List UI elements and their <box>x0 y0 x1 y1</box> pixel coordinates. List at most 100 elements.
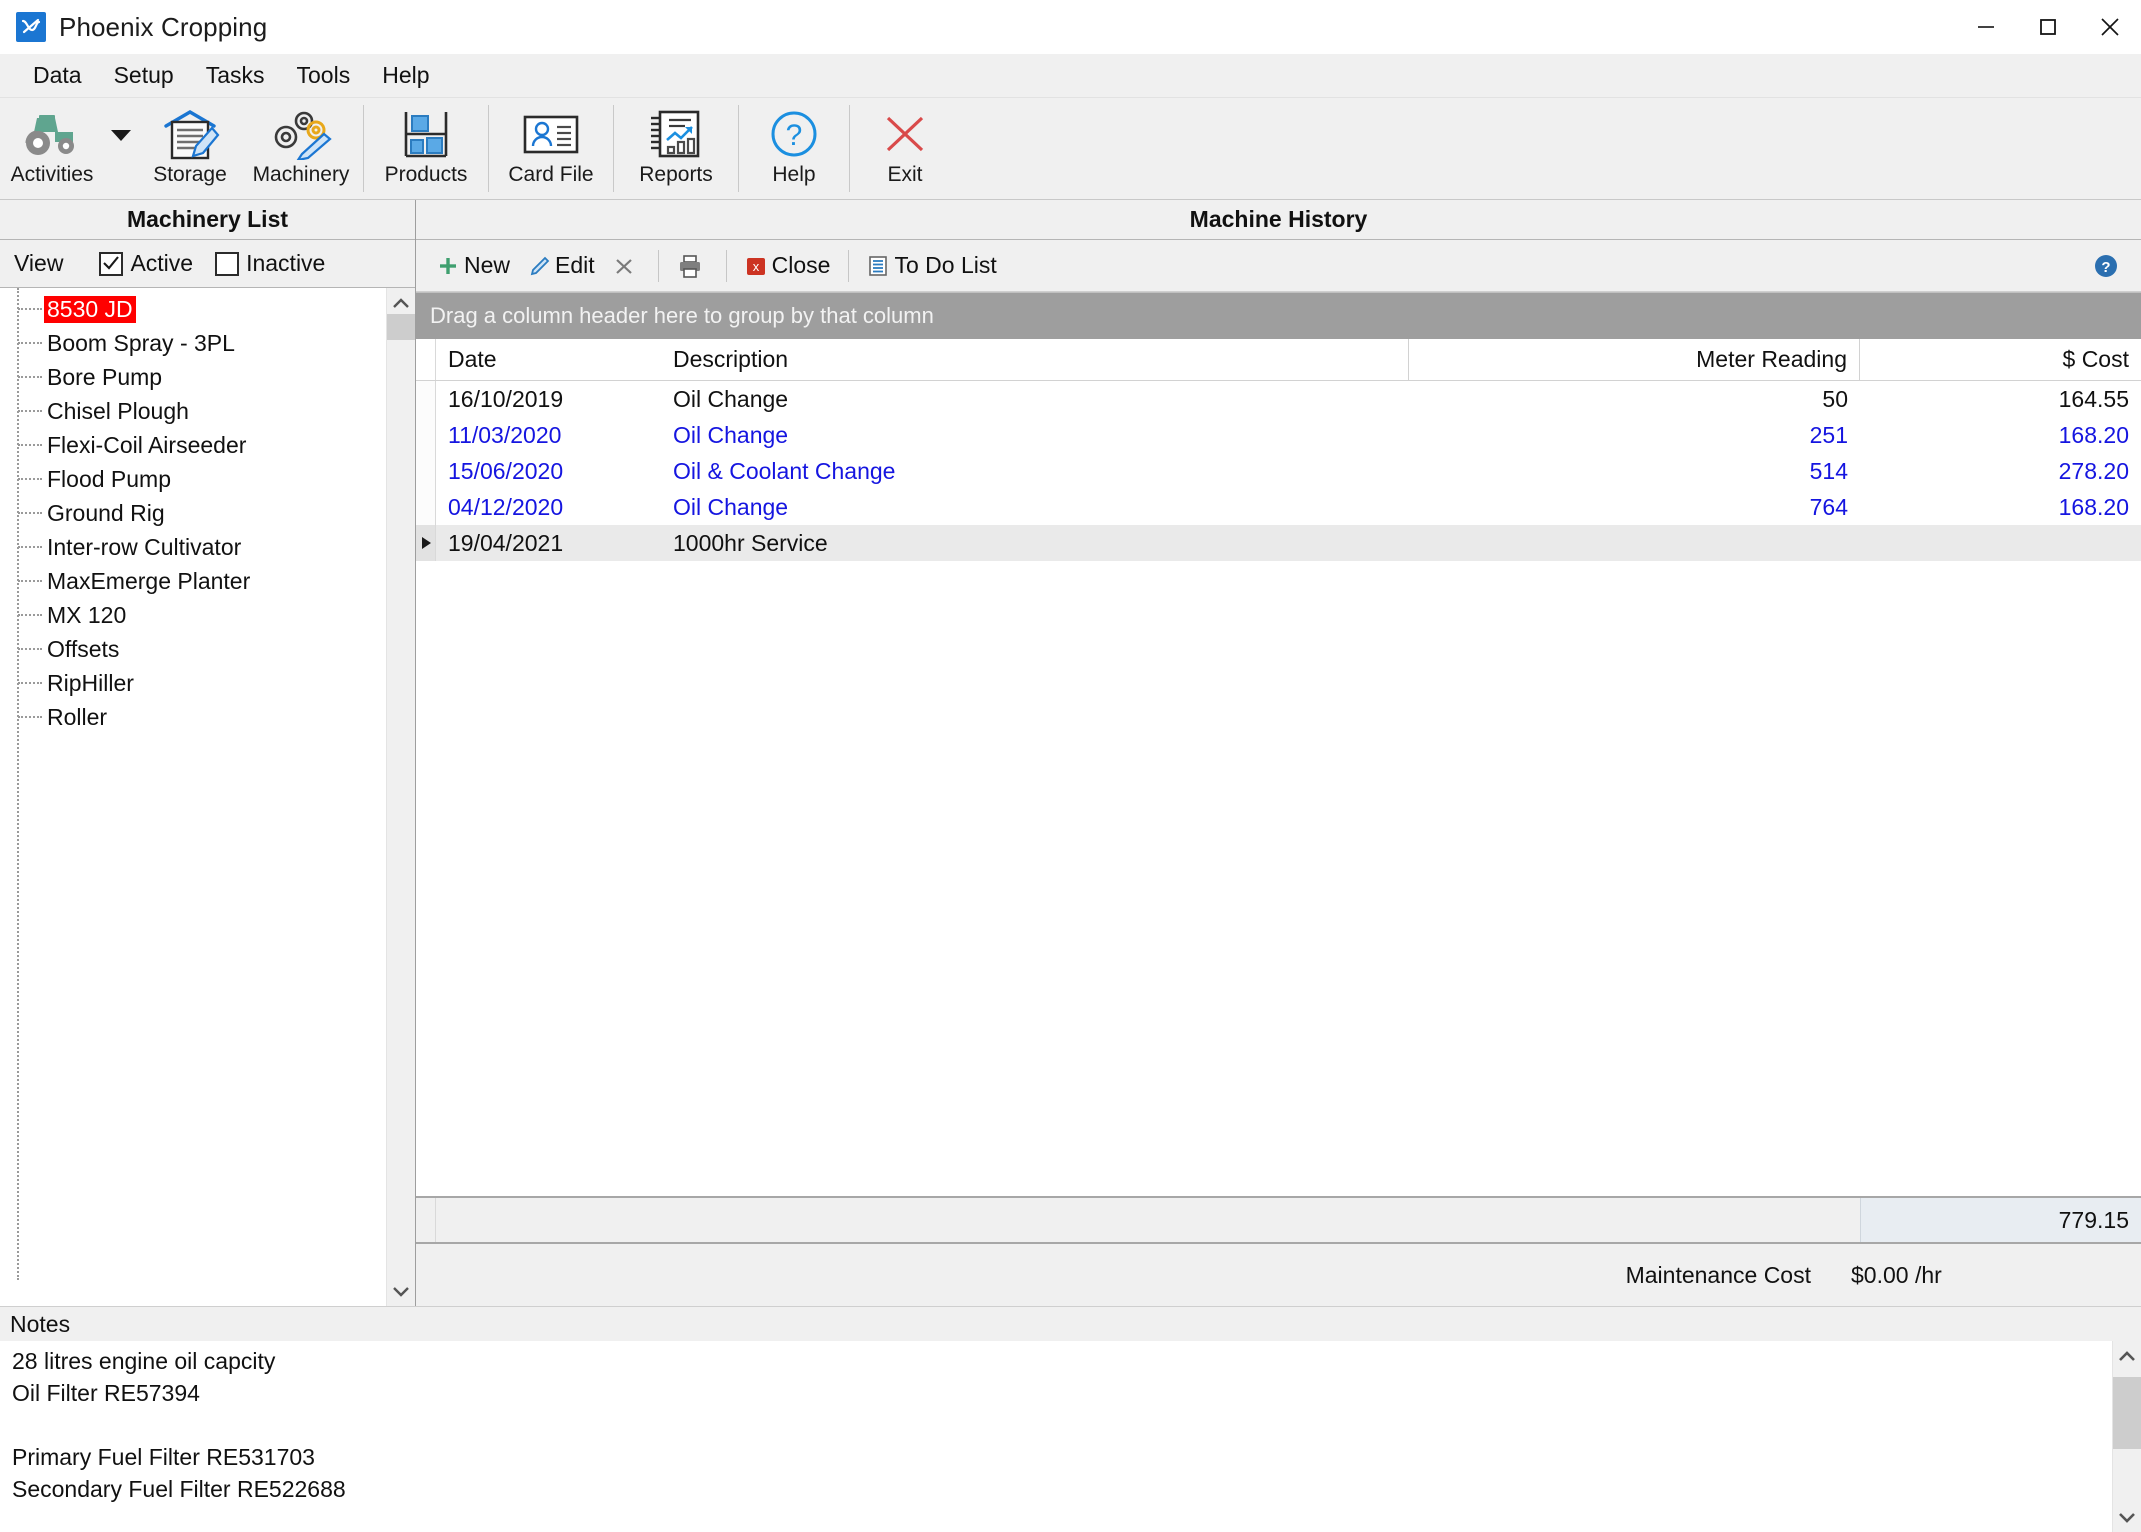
activities-dropdown-chevron-down-icon[interactable] <box>104 98 138 199</box>
tree-connector-icon <box>18 648 42 650</box>
tree-item-1[interactable]: Boom Spray - 3PL <box>0 326 386 360</box>
report-chart-icon <box>647 106 705 162</box>
group-by-panel[interactable]: Drag a column header here to group by th… <box>416 293 2141 339</box>
cell-date: 11/03/2020 <box>448 421 562 448</box>
scroll-down-chevron-icon[interactable] <box>2118 1506 2136 1528</box>
table-row[interactable]: 11/03/2020 Oil Change 251 168.20 <box>416 417 2141 453</box>
red-x-icon <box>879 106 931 162</box>
tree-item-11[interactable]: RipHiller <box>0 666 386 700</box>
ribbon-group-activities: Activities <box>0 98 138 199</box>
tree-item-12[interactable]: Roller <box>0 700 386 734</box>
active-checkbox[interactable] <box>99 251 124 276</box>
tree-item-label: Bore Pump <box>47 363 163 390</box>
cell-date: 16/10/2019 <box>448 385 564 412</box>
active-label: Active <box>130 250 194 276</box>
machinery-list-scrollbar[interactable] <box>386 288 415 1306</box>
help-question-icon[interactable]: ? <box>2093 253 2119 279</box>
scrollbar-track[interactable] <box>2113 1367 2141 1506</box>
ribbon-button-reports[interactable]: Reports <box>617 98 735 199</box>
cell-cost <box>1860 525 2141 561</box>
todo-label: To Do List <box>894 252 997 278</box>
cell-meter: 764 <box>1809 493 1848 520</box>
menu-item-data[interactable]: Data <box>18 59 97 92</box>
ribbon-button-exit[interactable]: Exit <box>853 98 957 199</box>
cell-description: Oil Change <box>673 385 789 412</box>
print-button[interactable] <box>668 246 717 286</box>
inactive-checkbox[interactable] <box>215 251 240 276</box>
table-row[interactable]: 16/10/2019 Oil Change 50 164.55 <box>416 381 2141 417</box>
tree-item-0[interactable]: 8530 JD <box>0 292 386 326</box>
tree-connector-icon <box>18 512 42 514</box>
tree-item-5[interactable]: Flood Pump <box>0 462 386 496</box>
close-icon[interactable] <box>2079 0 2141 54</box>
menu-item-tools[interactable]: Tools <box>282 59 366 92</box>
tree-item-4[interactable]: Flexi-Coil Airseeder <box>0 428 386 462</box>
close-red-icon: x <box>745 255 767 277</box>
tree-connector-icon <box>18 342 42 344</box>
footer-indicator <box>416 1198 436 1242</box>
cell-meter: 514 <box>1809 457 1848 484</box>
cell-meter: 251 <box>1809 421 1848 448</box>
tree-item-10[interactable]: Offsets <box>0 632 386 666</box>
table-row[interactable]: 15/06/2020 Oil & Coolant Change 514 278.… <box>416 453 2141 489</box>
column-header-description[interactable]: Description <box>661 339 1409 380</box>
cell-cost: 168.20 <box>2058 493 2129 520</box>
ribbon-separator-1 <box>363 105 364 192</box>
table-row[interactable]: 04/12/2020 Oil Change 764 168.20 <box>416 489 2141 525</box>
scrollbar-track[interactable] <box>387 314 415 1280</box>
column-header-meter-reading[interactable]: Meter Reading <box>1409 339 1860 380</box>
row-indicator <box>416 453 436 489</box>
scrollbar-thumb[interactable] <box>387 314 415 340</box>
close-button[interactable]: x Close <box>736 246 840 286</box>
tree-item-label: Flood Pump <box>47 465 172 492</box>
cell-cost: 164.55 <box>2058 385 2129 412</box>
row-indicator-selected <box>416 525 436 561</box>
tree-item-label: Chisel Plough <box>47 397 189 424</box>
machinery-view-filter-row: View Active Inactive <box>0 240 415 288</box>
tree-item-2[interactable]: Bore Pump <box>0 360 386 394</box>
machine-history-grid: Drag a column header here to group by th… <box>416 292 2141 1244</box>
scrollbar-thumb[interactable] <box>2113 1377 2141 1449</box>
tree-item-6[interactable]: Ground Rig <box>0 496 386 530</box>
notes-textarea[interactable]: 28 litres engine oil capcity Oil Filter … <box>0 1341 2112 1532</box>
cell-date: 04/12/2020 <box>448 493 564 520</box>
tree-item-label: 8530 JD <box>44 295 136 323</box>
menu-item-help[interactable]: Help <box>367 59 444 92</box>
column-header-date[interactable]: Date <box>436 339 661 380</box>
tree-item-label: RipHiller <box>47 669 134 696</box>
ribbon-button-machinery[interactable]: Machinery <box>242 98 360 199</box>
ribbon-label-products: Products <box>384 163 468 186</box>
edit-button[interactable]: Edit <box>519 246 604 286</box>
row-indicator <box>416 381 436 417</box>
filter-inactive[interactable]: Inactive <box>215 250 325 277</box>
todo-list-button[interactable]: To Do List <box>858 246 1005 286</box>
menu-item-setup[interactable]: Setup <box>99 59 189 92</box>
table-row[interactable]: 19/04/2021 1000hr Service <box>416 525 2141 561</box>
ribbon-button-activities[interactable]: Activities <box>0 98 104 199</box>
tree-item-3[interactable]: Chisel Plough <box>0 394 386 428</box>
pencil-icon <box>528 255 550 277</box>
ribbon-button-card-file[interactable]: Card File <box>492 98 610 199</box>
minimize-icon[interactable] <box>1955 0 2017 54</box>
scroll-down-chevron-icon[interactable] <box>392 1280 410 1302</box>
new-button[interactable]: New <box>428 246 519 286</box>
tree-item-label: Offsets <box>47 635 120 662</box>
column-header-cost[interactable]: $ Cost <box>1860 339 2141 380</box>
ribbon-button-products[interactable]: Products <box>367 98 485 199</box>
ribbon-button-help[interactable]: ? Help <box>742 98 846 199</box>
notes-scrollbar[interactable] <box>2112 1341 2141 1532</box>
tree-item-8[interactable]: MaxEmerge Planter <box>0 564 386 598</box>
ribbon-label-machinery: Machinery <box>252 163 350 186</box>
tree-item-7[interactable]: Inter-row Cultivator <box>0 530 386 564</box>
delete-button[interactable] <box>604 246 649 286</box>
ribbon-button-storage[interactable]: Storage <box>138 98 242 199</box>
cell-description: Oil & Coolant Change <box>673 457 896 484</box>
scroll-up-chevron-icon[interactable] <box>392 292 410 314</box>
tree-item-9[interactable]: MX 120 <box>0 598 386 632</box>
svg-text:?: ? <box>2101 259 2110 276</box>
tree-connector-icon <box>18 580 42 582</box>
menu-item-tasks[interactable]: Tasks <box>191 59 280 92</box>
maximize-icon[interactable] <box>2017 0 2079 54</box>
filter-active[interactable]: Active <box>99 250 193 277</box>
scroll-up-chevron-icon[interactable] <box>2118 1345 2136 1367</box>
